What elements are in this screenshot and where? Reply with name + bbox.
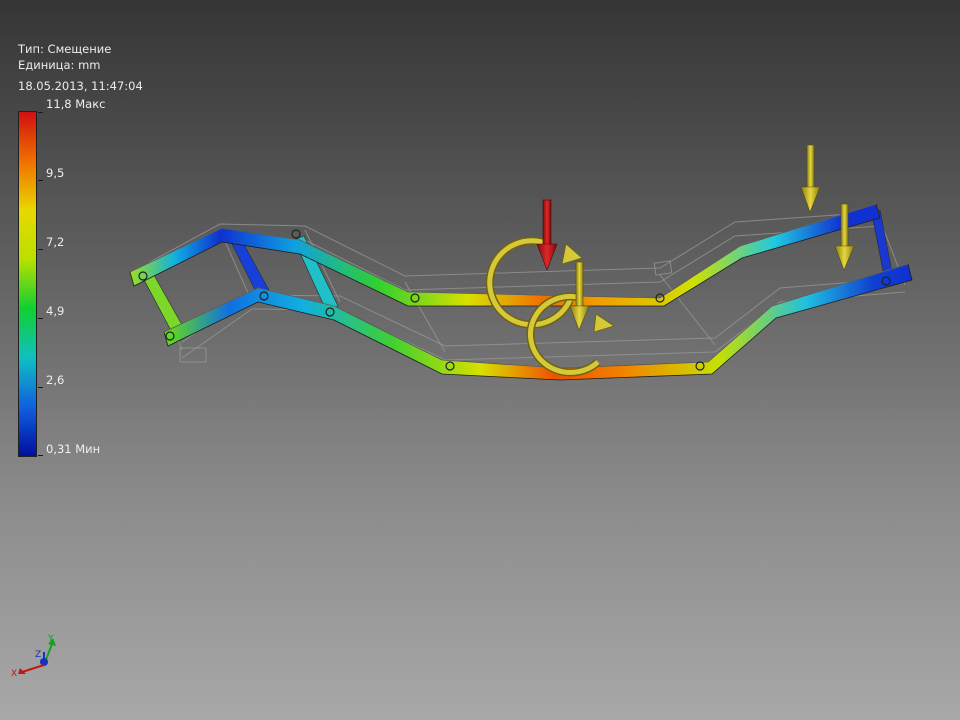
triad-x-label: X [11, 669, 17, 679]
legend-tick [38, 112, 43, 113]
force-load-main-arrow [536, 199, 558, 271]
bolt-hole [291, 229, 301, 239]
legend-tick [38, 455, 43, 456]
force-load-arrow [800, 144, 821, 213]
result-type-label: Тип: Смещение [18, 42, 112, 56]
legend-tick-label: 2,6 [46, 373, 65, 387]
triad-y-label: Y [47, 634, 54, 644]
legend-tick-label: 7,2 [46, 235, 65, 249]
legend-tick-label: 4,9 [46, 304, 65, 318]
legend-tick [38, 387, 43, 388]
legend-tick [38, 249, 43, 250]
legend-min-label: 0,31 Мин [46, 442, 101, 456]
result-unit-label: Единица: mm [18, 58, 101, 72]
legend-tick-label: 9,5 [46, 166, 65, 180]
triad-z-label: Z [35, 650, 41, 660]
triad-x-axis: X [11, 664, 45, 679]
view-triad[interactable]: Y Z X [8, 630, 68, 685]
color-scale-bar [18, 111, 37, 457]
result-timestamp: 18.05.2013, 11:47:04 [18, 79, 143, 93]
model-viewport[interactable] [0, 0, 960, 720]
legend-max-label: 11,8 Макс [46, 97, 106, 111]
legend-tick [38, 318, 43, 319]
legend-tick [38, 180, 43, 181]
